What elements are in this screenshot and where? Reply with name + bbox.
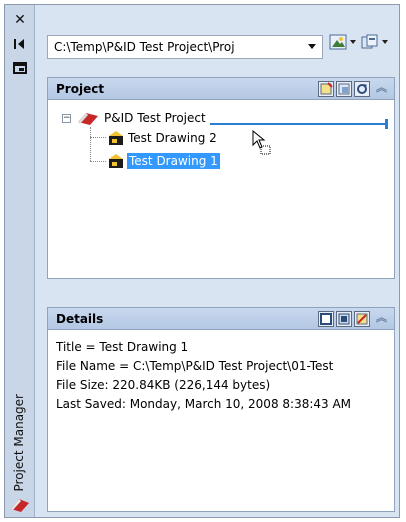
tree-connector	[90, 161, 106, 162]
project-options-icon	[361, 34, 378, 49]
thumbnail-icon[interactable]	[354, 311, 370, 327]
detail-line: File Name = C:\Temp\P&ID Test Project\01…	[56, 359, 334, 373]
plant-logo-icon	[9, 495, 31, 513]
tree-node-drawing[interactable]: Test Drawing 2	[108, 129, 217, 147]
chevron-down-icon	[308, 44, 316, 49]
image-icon	[329, 34, 347, 50]
details-section-header[interactable]: Details ︽	[48, 308, 394, 330]
project-section-header[interactable]: Project ︽	[48, 78, 394, 100]
tree-node-label: Test Drawing 1	[127, 153, 220, 169]
drawing-icon	[109, 131, 123, 145]
copy-drawing-icon[interactable]	[336, 81, 352, 97]
chevron-down-icon	[382, 40, 388, 44]
new-drawing-icon[interactable]	[318, 81, 334, 97]
tree-node-label: Test Drawing 2	[128, 131, 217, 145]
drag-cursor-icon	[252, 130, 271, 155]
details-section: Details ︽ Title = Test Drawing 1 File Na…	[47, 307, 395, 512]
collapse-chevron-icon[interactable]: ︽	[376, 312, 388, 324]
palette-title: Project Manager	[12, 393, 26, 491]
details-view-icon[interactable]	[318, 311, 334, 327]
close-icon[interactable]: ✕	[11, 11, 29, 29]
preview-icon[interactable]	[336, 311, 352, 327]
project-section: Project ︽ − P&ID Test Project Test Drawi…	[47, 77, 395, 279]
collapse-node-icon[interactable]: −	[62, 114, 71, 123]
chevron-down-icon	[350, 40, 356, 44]
properties-icon[interactable]	[11, 59, 29, 77]
project-manager-palette: ✕ Project Manager C:\Temp\P&ID Test Proj…	[4, 4, 400, 518]
project-options-button[interactable]	[361, 31, 391, 53]
autohide-icon[interactable]	[11, 35, 29, 53]
collapse-chevron-icon[interactable]: ︽	[376, 82, 388, 94]
drop-insertion-line	[210, 123, 388, 125]
project-path-dropdown[interactable]: C:\Temp\P&ID Test Project\Proj	[47, 35, 323, 59]
tree-connector	[90, 127, 91, 161]
drop-insertion-marker	[385, 119, 388, 129]
tree-connector	[90, 137, 106, 138]
detail-line: Last Saved: Monday, March 10, 2008 8:38:…	[56, 397, 352, 411]
details-section-title: Details	[56, 311, 104, 326]
detail-line: File Size: 220.84KB (226,144 bytes)	[56, 378, 271, 392]
tree-node-drawing-selected[interactable]: Test Drawing 1	[108, 152, 220, 170]
details-body: Title = Test Drawing 1 File Name = C:\Te…	[48, 330, 394, 511]
project-section-title: Project	[56, 81, 105, 96]
palette-title-bar: ✕ Project Manager	[5, 5, 35, 517]
tree-node-project[interactable]: P&ID Test Project	[76, 109, 206, 127]
refresh-icon[interactable]	[354, 81, 370, 97]
drawing-icon	[109, 154, 123, 168]
detail-line: Title = Test Drawing 1	[56, 340, 189, 354]
project-path-value: C:\Temp\P&ID Test Project\Proj	[54, 40, 235, 54]
tree-node-label: P&ID Test Project	[104, 111, 206, 125]
project-icon	[78, 113, 98, 125]
project-tree[interactable]: − P&ID Test Project Test Drawing 2 Test …	[48, 100, 394, 278]
project-image-button[interactable]	[329, 31, 359, 53]
